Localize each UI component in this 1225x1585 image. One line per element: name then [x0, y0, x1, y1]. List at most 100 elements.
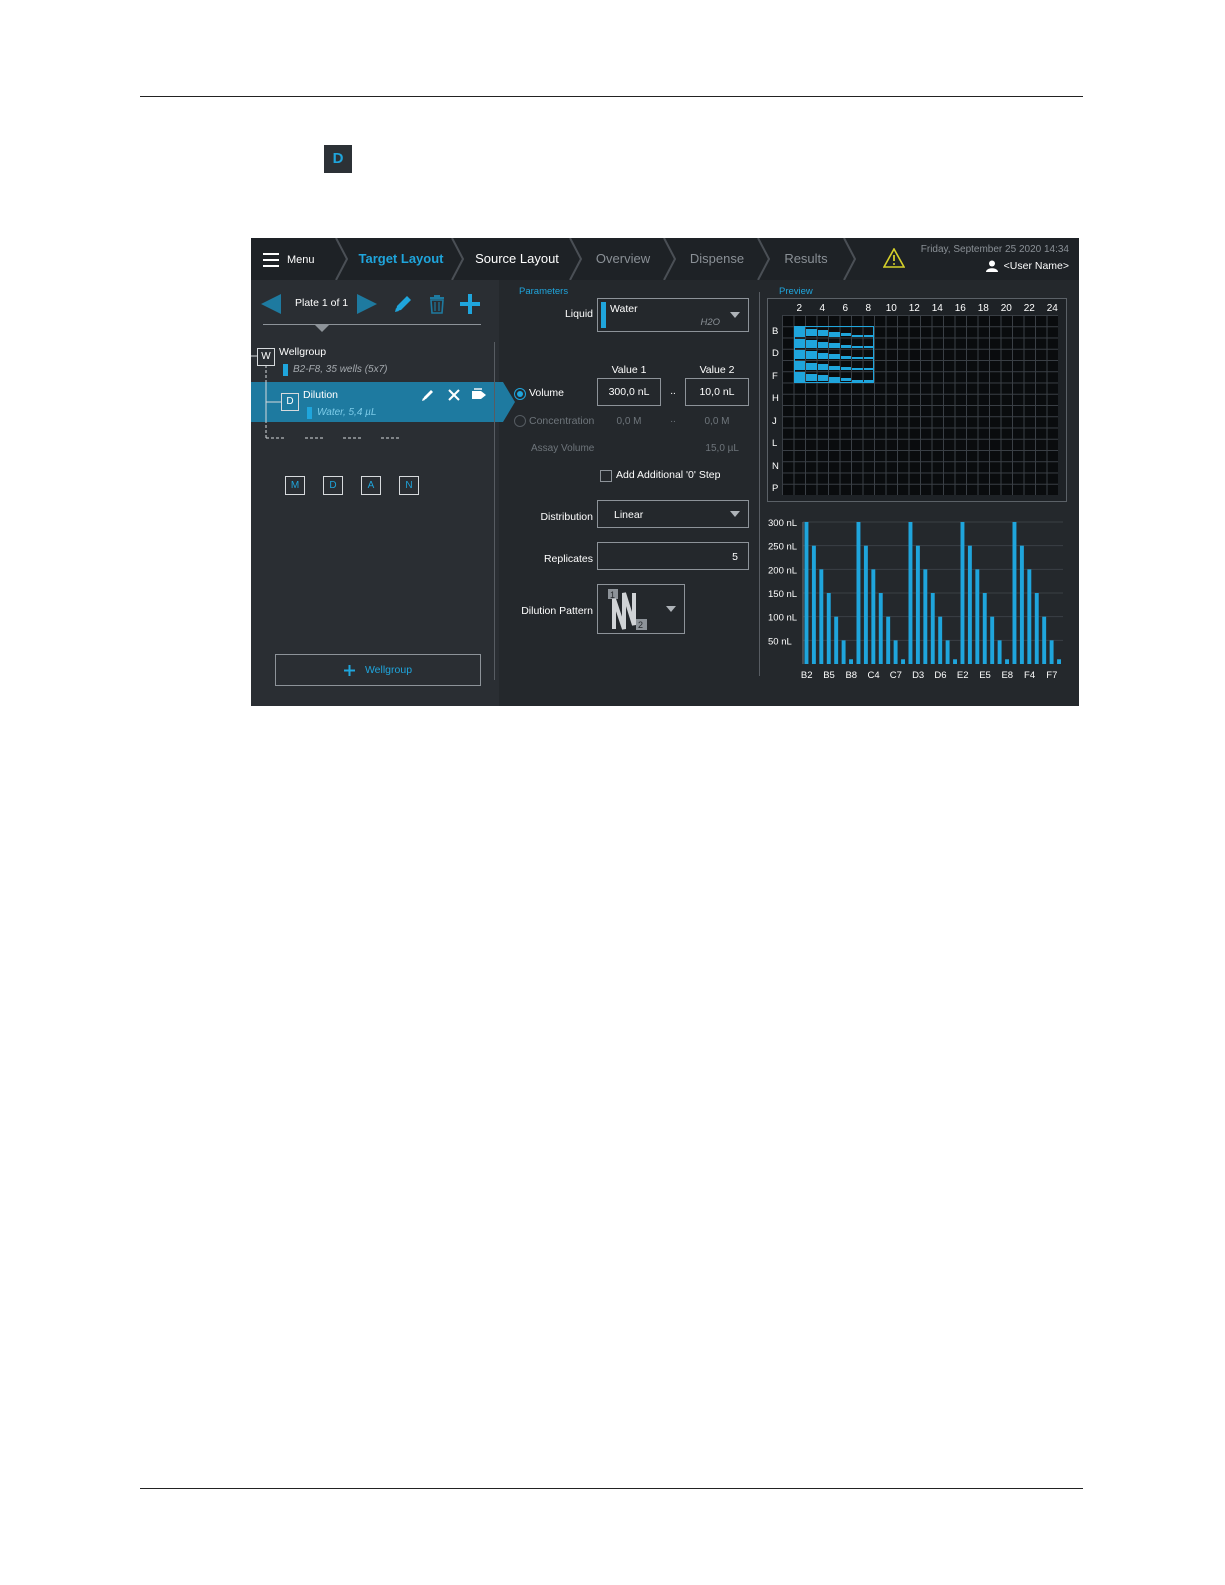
range-separator: ..	[670, 386, 676, 397]
plate-row-label: D	[772, 348, 779, 360]
chart-ytick-label: 100 nL	[768, 613, 797, 624]
plate-column-label: 22	[1023, 303, 1035, 314]
chart-ytick-label: 150 nL	[768, 589, 797, 600]
plate-row-label: F	[772, 370, 778, 382]
chevron-down-icon	[730, 511, 740, 517]
plate-nav-divider	[263, 324, 481, 325]
chart-bar	[819, 569, 824, 664]
chart-bar	[1027, 569, 1032, 664]
volume-radio[interactable]	[514, 388, 526, 400]
chart-bar	[982, 593, 987, 664]
tab-target-layout[interactable]: Target Layout	[349, 238, 453, 280]
step-box-n[interactable]: N	[399, 476, 419, 495]
chart-xtick-label: F4	[1024, 670, 1035, 681]
top-nav-bar: Menu Target Layout Source Layout Overvie…	[251, 238, 1079, 280]
chart-bar	[863, 545, 868, 664]
chart-xtick-label: B8	[845, 670, 857, 681]
svg-text:1: 1	[610, 590, 615, 600]
plate-preview: 2 4 6 8 10 12 14 16 18 20 22 24 B D F H J L N P	[767, 298, 1067, 502]
distribution-select[interactable]: Linear	[597, 500, 749, 528]
plate-column-label: 4	[819, 303, 826, 314]
chart-xtick-label: D6	[934, 670, 946, 681]
liquid-value: Water	[610, 303, 638, 315]
wellgroup-box-icon: W	[257, 348, 275, 366]
add-zero-step-checkbox[interactable]	[600, 470, 612, 482]
step-box-d[interactable]: D	[323, 476, 343, 495]
next-plate-icon[interactable]	[357, 294, 377, 314]
chart-bar	[1012, 522, 1017, 664]
liquid-select[interactable]: Water H2O	[597, 298, 749, 332]
chevron-separator-icon	[569, 238, 583, 280]
chart-bar	[834, 616, 839, 664]
tab-dispense[interactable]: Dispense	[677, 238, 757, 280]
tab-results[interactable]: Results	[771, 238, 841, 280]
hamburger-icon	[263, 253, 279, 267]
add-plate-icon[interactable]	[459, 293, 481, 315]
chevron-separator-icon	[843, 238, 857, 280]
plate-column-label: 14	[931, 303, 943, 314]
dilution-step-icon: D	[324, 145, 352, 173]
chart-ytick-label: 50 nL	[768, 636, 792, 647]
liquid-label: Liquid	[564, 308, 593, 320]
replicates-input[interactable]: 5	[597, 542, 749, 570]
chart-bar	[871, 569, 876, 664]
menu-button[interactable]: Menu	[263, 248, 315, 272]
user-icon	[985, 260, 998, 272]
tab-overview[interactable]: Overview	[583, 238, 663, 280]
chart-bar	[945, 640, 950, 664]
edit-plate-icon[interactable]	[393, 294, 413, 314]
plate-selection-outline	[793, 326, 874, 383]
volume-value2-input[interactable]: 10,0 nL	[685, 378, 749, 406]
chart-xtick-label: D3	[912, 670, 924, 681]
chevron-separator-icon	[451, 238, 465, 280]
warning-icon[interactable]	[883, 248, 905, 268]
range-separator: ..	[670, 414, 676, 425]
step-box-m[interactable]: M	[285, 476, 305, 495]
parameters-panel: Parameters Liquid Water H2O Value 1 Valu…	[503, 280, 757, 706]
chart-bar	[1057, 659, 1061, 664]
delete-plate-icon[interactable]	[428, 294, 446, 314]
value2-header: Value 2	[699, 364, 735, 376]
chart-bar	[908, 522, 913, 664]
plate-label: Plate 1 of 1	[295, 297, 349, 309]
plate-column-label: 16	[954, 303, 966, 314]
chart-bar	[938, 616, 943, 664]
footer-rule	[140, 1488, 1083, 1489]
step-box-a[interactable]: A	[361, 476, 381, 495]
dilution-summary: Water, 5,4 µL	[317, 407, 377, 418]
chart-xtick-label: B5	[823, 670, 835, 681]
plate-column-label: 8	[865, 303, 872, 314]
volume-value1-input[interactable]: 300,0 nL	[597, 378, 661, 406]
volume-bar-chart: 300 nL 250 nL 200 nL 150 nL 100 nL 50 nL B2 B5 B…	[767, 514, 1067, 704]
chart-bar	[990, 616, 995, 664]
edit-step-icon[interactable]	[421, 388, 435, 402]
previous-plate-icon[interactable]	[261, 294, 281, 314]
tag-icon[interactable]	[471, 388, 487, 402]
menu-label: Menu	[287, 254, 315, 266]
tab-source-layout[interactable]: Source Layout	[465, 238, 569, 280]
chart-xtick-label: E5	[979, 670, 991, 681]
datetime-text: Friday, September 25 2020 14:34	[920, 244, 1069, 255]
wellgroup-title: Wellgroup	[279, 346, 327, 358]
dilution-pattern-select[interactable]: 1 2	[597, 584, 685, 634]
header-rule	[140, 96, 1083, 97]
user-menu[interactable]: <User Name>	[985, 260, 1069, 272]
replicates-label: Replicates	[543, 553, 593, 565]
dilution-box-icon: D	[281, 393, 299, 411]
chart-xtick-label: C4	[867, 670, 879, 681]
concentration-radio[interactable]	[514, 415, 526, 427]
dilution-item[interactable]: D Dilution Water, 5,4 µL	[251, 382, 503, 422]
preview-divider	[759, 292, 760, 676]
chevron-separator-icon	[663, 238, 677, 280]
chart-bar	[1005, 659, 1009, 664]
chart-xtick-label: B2	[801, 670, 813, 681]
chart-xtick-label: E8	[1001, 670, 1013, 681]
liquid-color-swatch	[601, 302, 606, 328]
wellgroup-item[interactable]: W Wellgroup B2-F8, 35 wells (5x7)	[251, 342, 494, 378]
chart-bar	[953, 659, 957, 664]
pane-divider	[494, 342, 495, 680]
chart-bar	[930, 593, 935, 664]
chart-bar	[841, 640, 846, 664]
close-icon[interactable]	[447, 388, 461, 402]
add-wellgroup-button[interactable]: Wellgroup	[275, 654, 481, 686]
